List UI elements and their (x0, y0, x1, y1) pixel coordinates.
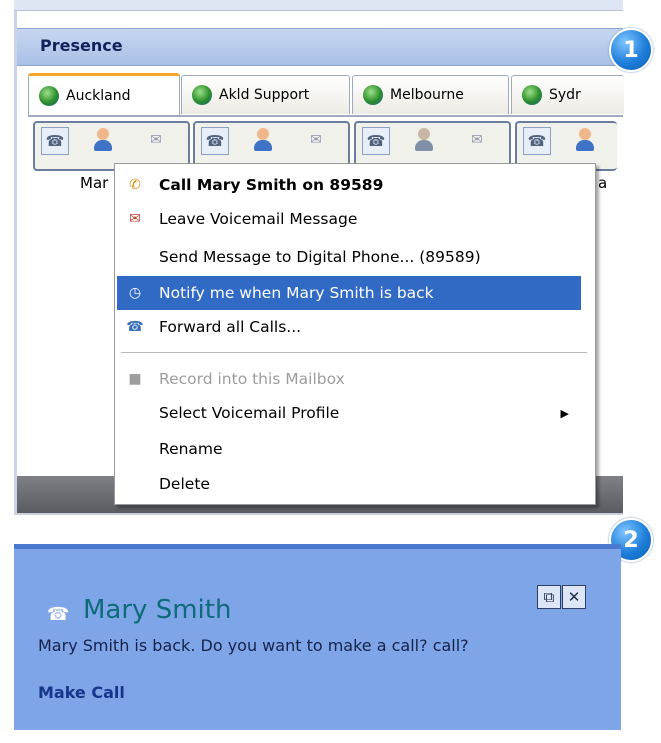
mailbox-icon: ■ (128, 371, 142, 387)
close-icon[interactable]: ✕ (562, 585, 586, 609)
menu-item-label: Select Voicemail Profile (159, 404, 340, 422)
menu-item-label: Leave Voicemail Message (159, 210, 358, 228)
voicemail-icon: ✉ (129, 211, 141, 227)
person-icon (573, 127, 599, 153)
globe-icon (192, 85, 212, 105)
presence-header-strip (14, 0, 623, 11)
forward-icon: ☎ (126, 319, 144, 335)
phone-icon[interactable]: ☎ (362, 127, 390, 155)
menu-item-label: Record into this Mailbox (159, 370, 345, 388)
contact-name: a (598, 174, 608, 192)
globe-icon (522, 85, 542, 105)
tabs-row: Auckland Akld Support Melbourne Sydr (28, 73, 624, 116)
tab-label: Sydr (549, 87, 581, 103)
menu-item-send-message[interactable]: Send Message to Digital Phone... (89589) (117, 240, 581, 274)
submenu-arrow-icon: ▶ (560, 406, 569, 420)
tab-label: Akld Support (219, 87, 310, 103)
phone-icon[interactable]: ☎ (41, 127, 69, 155)
globe-icon (39, 86, 59, 106)
tab-label: Melbourne (390, 87, 464, 103)
step-badge-1: 1 (609, 28, 653, 72)
menu-item-notify-when-back[interactable]: ◷ Notify me when Mary Smith is back (117, 276, 581, 310)
person-busy-icon (412, 127, 438, 153)
voicemail-icon[interactable]: ✉ (303, 127, 329, 153)
menu-item-forward-calls[interactable]: ☎ Forward all Calls... (117, 310, 581, 344)
menu-item-label: Forward all Calls... (159, 318, 302, 336)
phone-icon[interactable]: ☎ (201, 127, 229, 155)
voicemail-icon[interactable]: ✉ (143, 127, 169, 153)
menu-item-label: Notify me when Mary Smith is back (159, 284, 434, 302)
contact-name: Mar (80, 174, 109, 192)
tab-label: Auckland (66, 88, 131, 104)
voicemail-icon[interactable]: ✉ (464, 127, 490, 153)
notification-toast: ⧉ ✕ ☎ Mary Smith Mary Smith is back. Do … (14, 544, 621, 730)
tab-sydney[interactable]: Sydr (511, 75, 624, 114)
phone-icon: ☎ (47, 604, 70, 625)
menu-item-leave-voicemail[interactable]: ✉ Leave Voicemail Message (117, 202, 581, 236)
make-call-link[interactable]: Make Call (38, 683, 125, 702)
pin-icon[interactable]: ⧉ (537, 585, 561, 609)
notification-title: Mary Smith (83, 595, 232, 625)
call-icon: ✆ (129, 177, 141, 193)
menu-item-label: Call Mary Smith on 89589 (159, 176, 384, 194)
tab-content-border (28, 115, 623, 117)
person-away-icon (91, 127, 117, 153)
menu-item-label: Delete (159, 475, 210, 493)
menu-item-delete[interactable]: Delete (117, 467, 581, 501)
menu-item-label: Send Message to Digital Phone... (89589) (159, 248, 481, 266)
menu-item-label: Rename (159, 440, 223, 458)
menu-separator (121, 352, 587, 353)
context-menu: ✆ Call Mary Smith on 89589 ✉ Leave Voice… (114, 163, 596, 505)
globe-icon (363, 85, 383, 105)
presence-title: Presence (40, 36, 123, 55)
menu-item-rename[interactable]: Rename (117, 432, 581, 466)
tab-auckland[interactable]: Auckland (28, 73, 180, 116)
panel-divider (14, 513, 623, 515)
tab-akld-support[interactable]: Akld Support (181, 75, 350, 114)
notification-message: Mary Smith is back. Do you want to make … (38, 636, 469, 655)
menu-item-call[interactable]: ✆ Call Mary Smith on 89589 (117, 168, 581, 202)
menu-item-record-mailbox: ■ Record into this Mailbox (117, 362, 581, 396)
person-icon (251, 127, 277, 153)
menu-item-select-voicemail-profile[interactable]: Select Voicemail Profile ▶ (117, 396, 581, 430)
phone-icon[interactable]: ☎ (523, 127, 551, 155)
tab-melbourne[interactable]: Melbourne (352, 75, 509, 114)
clock-icon: ◷ (128, 285, 142, 301)
